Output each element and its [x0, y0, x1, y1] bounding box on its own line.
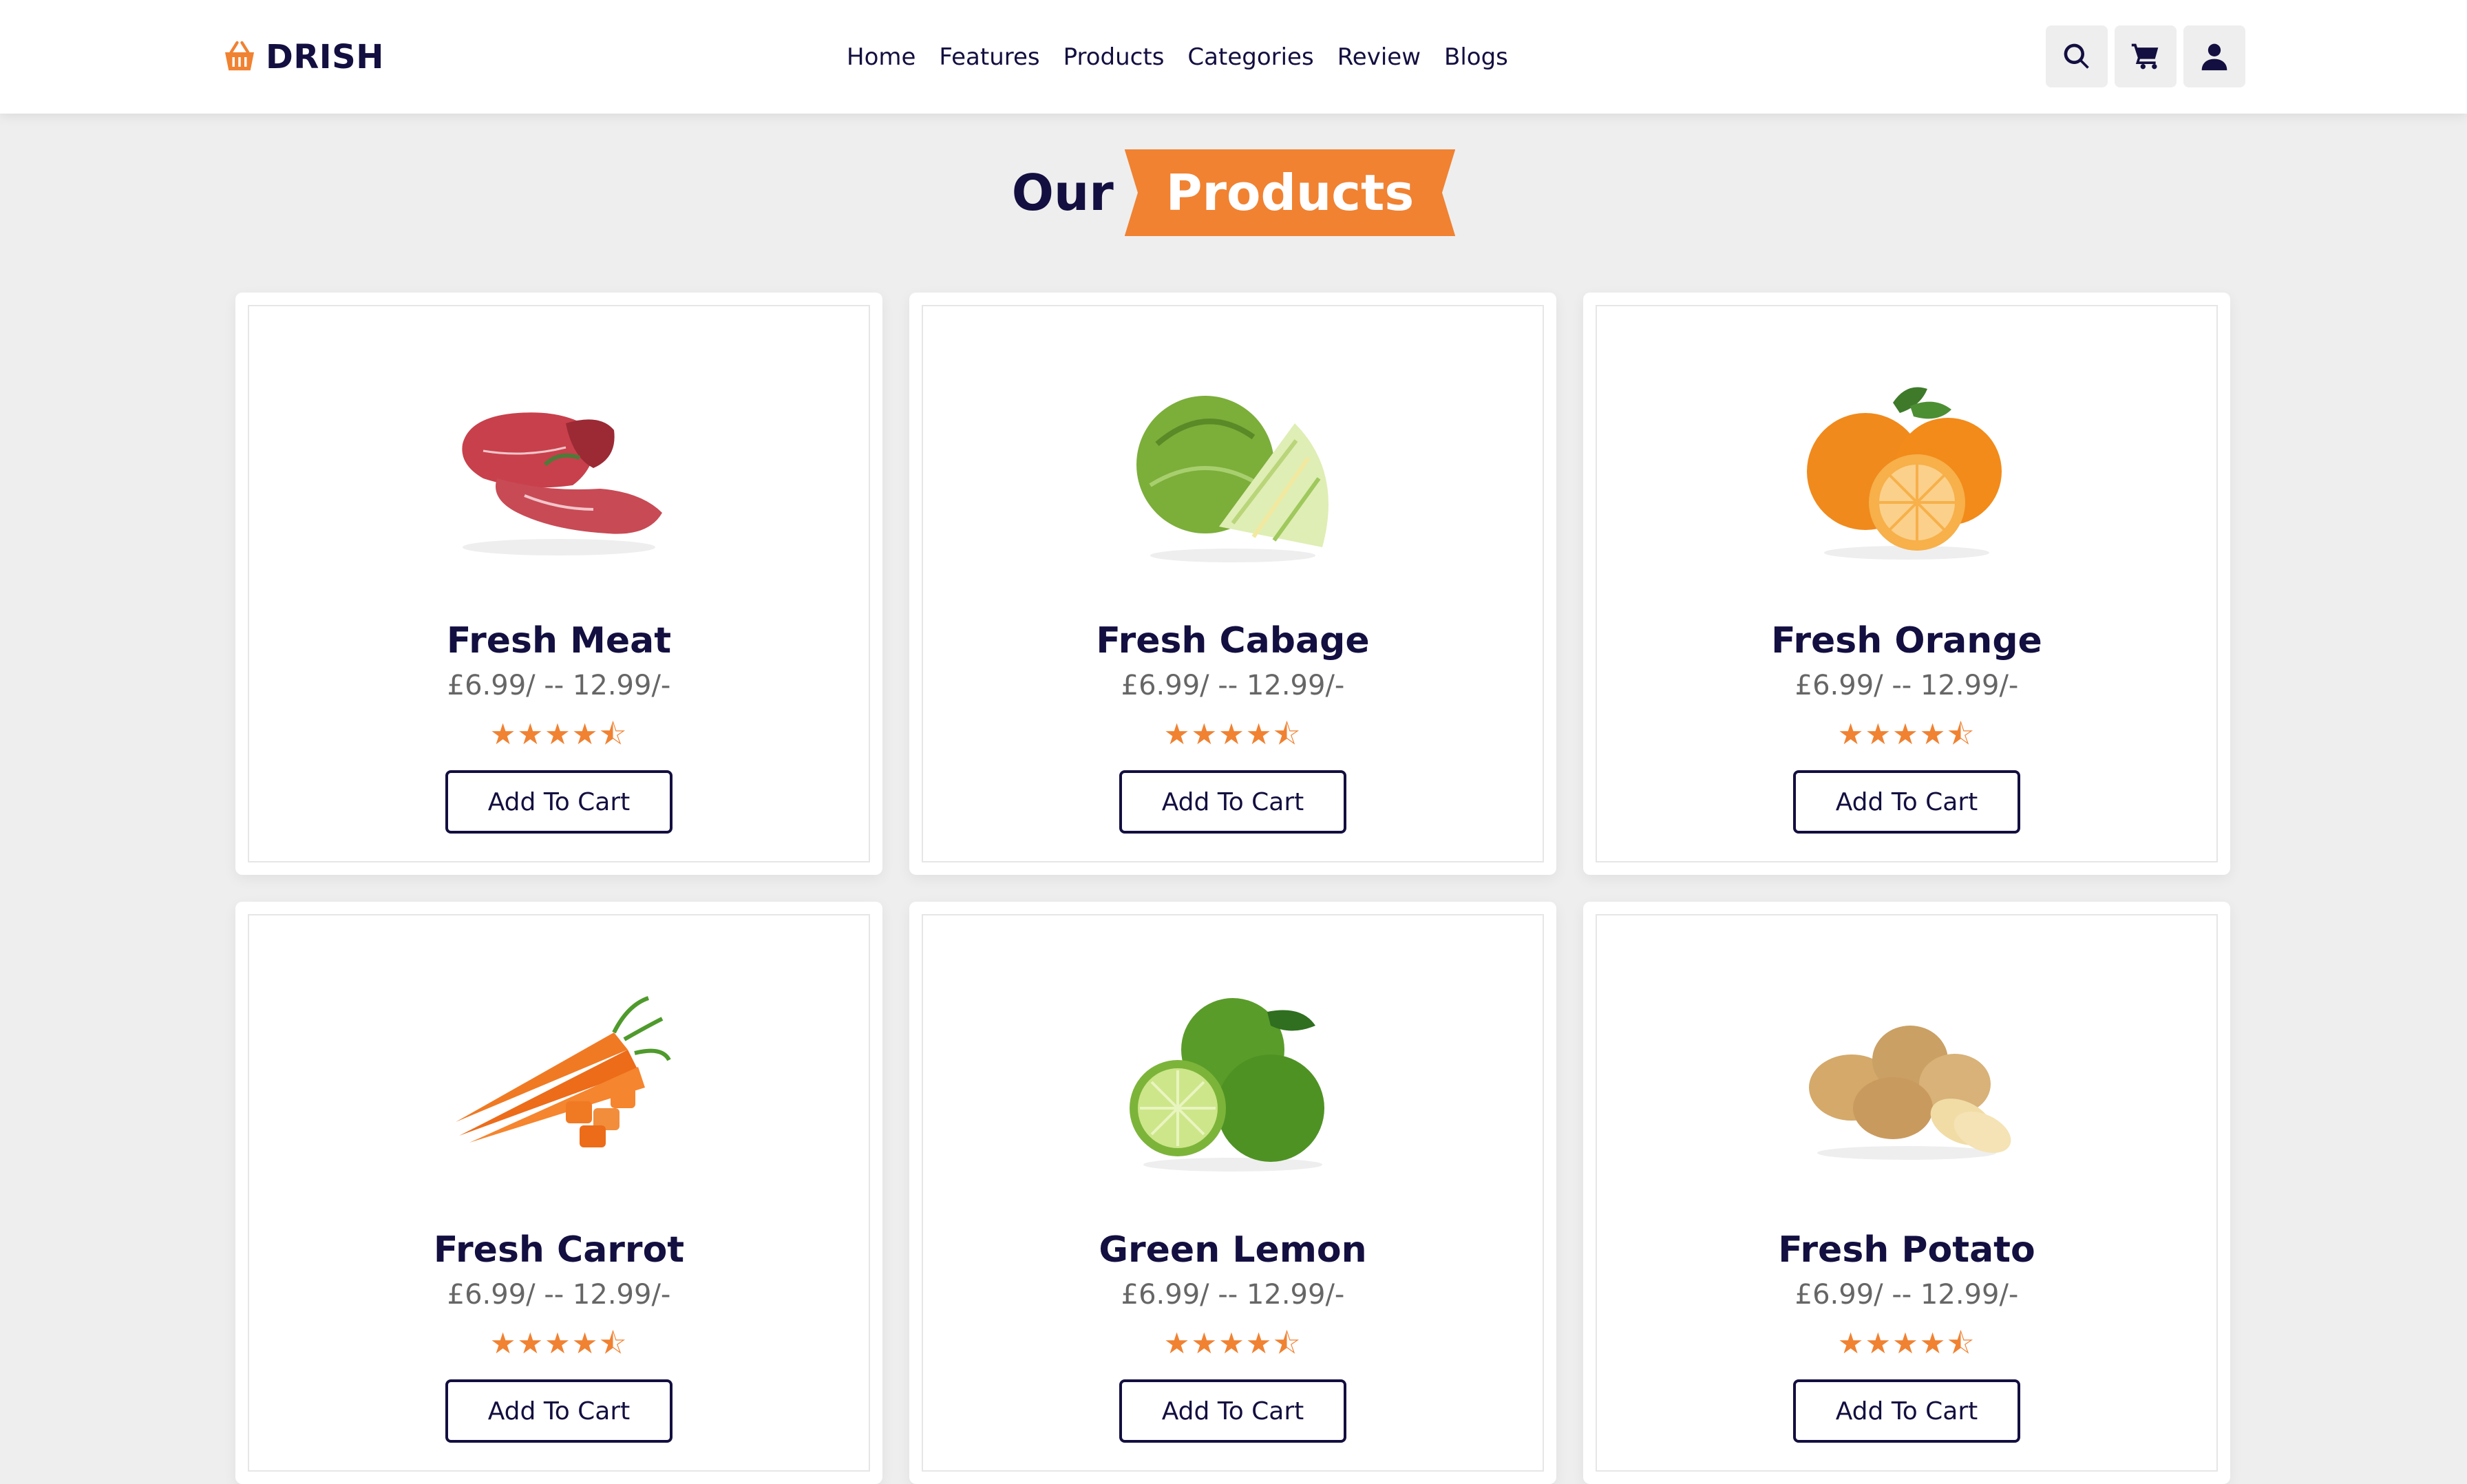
product-name: Fresh Potato — [1778, 1229, 2035, 1271]
product-name: Fresh Cabage — [1096, 620, 1370, 661]
product-price: £6.99/ -- 12.99/- — [447, 1279, 671, 1311]
rating-stars: ★★★★⯪ — [489, 717, 628, 751]
search-button[interactable] — [2046, 25, 2108, 87]
product-price: £6.99/ -- 12.99/- — [1121, 1279, 1345, 1311]
carrot-image — [442, 984, 676, 1177]
product-name: Green Lemon — [1099, 1229, 1367, 1271]
product-name: Fresh Orange — [1771, 620, 2042, 661]
potato-image — [1790, 984, 2024, 1177]
cabbage-image — [1116, 375, 1350, 568]
product-name: Fresh Carrot — [433, 1229, 685, 1271]
logo-text: DRISH — [266, 38, 384, 76]
product-price: £6.99/ -- 12.99/- — [1794, 1279, 2019, 1311]
header-icons — [2046, 25, 2245, 87]
product-price: £6.99/ -- 12.99/- — [447, 670, 671, 701]
nav-products[interactable]: Products — [1063, 43, 1165, 71]
rating-stars: ★★★★⯪ — [489, 1326, 628, 1360]
rating-stars: ★★★★⯪ — [1163, 717, 1302, 751]
product-card: Fresh Orange £6.99/ -- 12.99/- ★★★★⯪ Add… — [1583, 293, 2230, 875]
nav-categories[interactable]: Categories — [1187, 43, 1313, 71]
nav-home[interactable]: Home — [847, 43, 915, 71]
add-to-cart-button[interactable]: Add To Cart — [445, 770, 673, 834]
product-card: Fresh Cabage £6.99/ -- 12.99/- ★★★★⯪ Add… — [909, 293, 1556, 875]
basket-icon — [225, 41, 254, 71]
heading-products: Products — [1124, 149, 1456, 236]
rating-stars: ★★★★⯪ — [1163, 1326, 1302, 1360]
section-heading: Our Products — [0, 145, 2467, 241]
rating-stars: ★★★★⯪ — [1837, 717, 1976, 751]
product-card: Fresh Potato £6.99/ -- 12.99/- ★★★★⯪ Add… — [1583, 902, 2230, 1484]
meat-image — [442, 375, 676, 568]
logo[interactable]: DRISH — [220, 33, 384, 81]
add-to-cart-button[interactable]: Add To Cart — [1119, 770, 1346, 834]
search-icon — [2064, 43, 2089, 69]
lemon-image — [1116, 984, 1350, 1177]
add-to-cart-button[interactable]: Add To Cart — [1119, 1379, 1346, 1443]
nav-review[interactable]: Review — [1337, 43, 1421, 71]
product-card: Green Lemon £6.99/ -- 12.99/- ★★★★⯪ Add … — [909, 902, 1556, 1484]
orange-image — [1790, 375, 2024, 568]
nav-features[interactable]: Features — [939, 43, 1039, 71]
site-header: DRISH Home Features Products Categories … — [0, 0, 2467, 114]
rating-stars: ★★★★⯪ — [1837, 1326, 1976, 1360]
heading-our: Our — [1011, 164, 1114, 222]
cart-icon — [2131, 43, 2159, 70]
user-icon — [2201, 43, 2227, 71]
add-to-cart-button[interactable]: Add To Cart — [1793, 770, 2020, 834]
main-nav: Home Features Products Categories Review… — [847, 36, 1508, 78]
add-to-cart-button[interactable]: Add To Cart — [1793, 1379, 2020, 1443]
add-to-cart-button[interactable]: Add To Cart — [445, 1379, 673, 1443]
product-card: Fresh Meat £6.99/ -- 12.99/- ★★★★⯪ Add T… — [235, 293, 882, 875]
product-card: Fresh Carrot £6.99/ -- 12.99/- ★★★★⯪ Add… — [235, 902, 882, 1484]
cart-button[interactable] — [2115, 25, 2177, 87]
nav-blogs[interactable]: Blogs — [1444, 43, 1508, 71]
user-button[interactable] — [2183, 25, 2245, 87]
product-price: £6.99/ -- 12.99/- — [1794, 670, 2019, 701]
product-name: Fresh Meat — [446, 620, 672, 661]
product-price: £6.99/ -- 12.99/- — [1121, 670, 1345, 701]
